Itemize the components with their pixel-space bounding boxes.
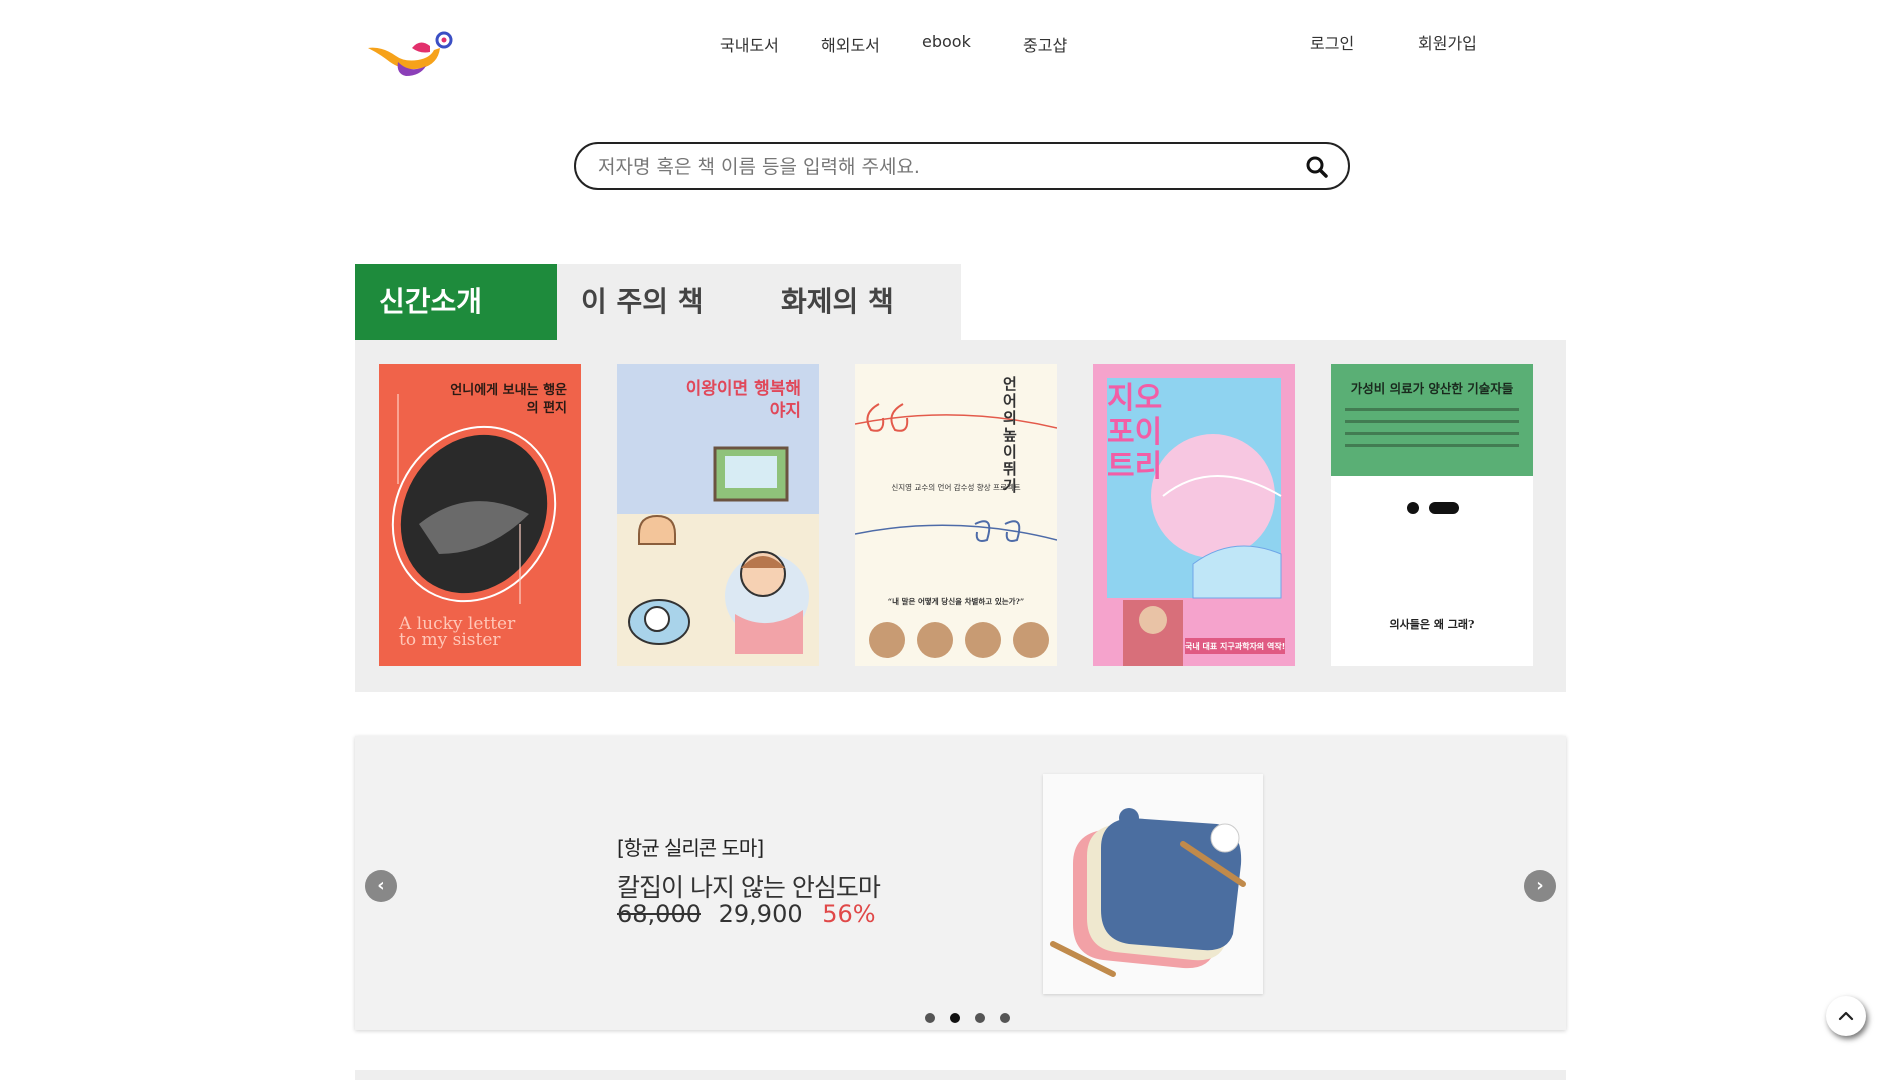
book-title: 가성비 의료가 양산한 기술자들 bbox=[1350, 381, 1514, 396]
nav-foreign-books[interactable]: 해외도서 bbox=[821, 32, 880, 56]
nav-ebook[interactable]: ebook bbox=[922, 32, 971, 51]
book-subtitle: 국내 대표 지구과학자의 역작! bbox=[1185, 642, 1285, 651]
product-price-row: 68,000 29,900 56% bbox=[617, 900, 876, 928]
product-image[interactable] bbox=[1043, 774, 1263, 994]
book-title: 언니에게 보내는 행운의 편지 bbox=[450, 383, 567, 416]
product-title[interactable]: 칼집이 나지 않는 안심도마 bbox=[617, 868, 881, 904]
book-cover[interactable]: 언니에게 보내는 행운의 편지 A lucky letter to my sis… bbox=[379, 364, 581, 666]
search-icon bbox=[1306, 156, 1328, 178]
search-button[interactable] bbox=[1304, 154, 1330, 180]
book-title: 지오 포이트리 bbox=[1107, 381, 1163, 484]
banner-next-button[interactable]: › bbox=[1524, 870, 1556, 902]
next-section-strip bbox=[355, 1070, 1566, 1080]
banner-prev-button[interactable]: ‹ bbox=[365, 870, 397, 902]
carousel-dot[interactable] bbox=[975, 1013, 986, 1023]
sale-price: 29,900 bbox=[718, 900, 803, 928]
book-subtitle: 신지영 교수의 언어 감수성 향상 프로젝트 bbox=[891, 483, 1021, 492]
search-bar bbox=[574, 142, 1350, 190]
book-title: 언어의 높이뛰기 bbox=[1003, 375, 1017, 495]
book-bottom-text: 의사들은 왜 그래? bbox=[1389, 618, 1475, 631]
nav-domestic-books[interactable]: 국내도서 bbox=[720, 32, 779, 56]
chevron-right-icon: › bbox=[1536, 875, 1544, 896]
login-link[interactable]: 로그인 bbox=[1310, 30, 1354, 54]
book-title: 이왕이면 행복해야지 bbox=[685, 379, 801, 421]
tab-new-books[interactable]: 신간소개 bbox=[355, 264, 557, 340]
discount-rate: 56% bbox=[822, 900, 876, 928]
book-cover[interactable]: 가성비 의료가 양산한 기술자들 의사들은 왜 그래? bbox=[1331, 364, 1533, 666]
search-input[interactable] bbox=[596, 153, 1280, 181]
chevron-left-icon: ‹ bbox=[377, 875, 385, 896]
original-price: 68,000 bbox=[617, 900, 701, 928]
carousel-dot[interactable] bbox=[925, 1013, 935, 1023]
nav-used-shop[interactable]: 중고샵 bbox=[1023, 32, 1067, 56]
book-cover[interactable]: 이왕이면 행복해야지 bbox=[617, 364, 819, 666]
carousel-dot[interactable] bbox=[1000, 1013, 1011, 1023]
top-nav: 국내도서 해외도서 ebook 중고샵 로그인 회원가입 bbox=[0, 28, 1900, 58]
tab-weekly-books[interactable]: 이 주의 책 bbox=[581, 264, 704, 340]
carousel-dot[interactable] bbox=[950, 1013, 961, 1023]
book-cover[interactable]: 언어의 높이뛰기 신지영 교수의 언어 감수성 향상 프로젝트 “내 말은 어떻… bbox=[855, 364, 1057, 666]
book-quote: “내 말은 어떻게 당신을 차별하고 있는가?” bbox=[887, 597, 1025, 606]
tab-hot-books[interactable]: 화제의 책 bbox=[781, 264, 894, 340]
book-subtitle: A lucky letter to my sister bbox=[399, 614, 516, 650]
promo-banner: ‹ [항균 실리콘 도마] 칼집이 나지 않는 안심도마 68,000 29,9… bbox=[355, 736, 1566, 1030]
book-tabs: 신간소개 이 주의 책 화제의 책 bbox=[355, 264, 961, 340]
carousel-dots bbox=[925, 1008, 1020, 1023]
cutting-board-image bbox=[1050, 808, 1246, 977]
signup-link[interactable]: 회원가입 bbox=[1418, 30, 1477, 54]
book-cover[interactable]: 지오 포이트리 국내 대표 지구과학자의 역작! bbox=[1093, 364, 1295, 666]
scroll-top-button[interactable] bbox=[1826, 996, 1866, 1036]
chevron-up-icon bbox=[1838, 1011, 1854, 1021]
book-list: 언니에게 보내는 행운의 편지 A lucky letter to my sis… bbox=[355, 340, 1566, 692]
product-tag: [항균 실리콘 도마] bbox=[617, 836, 764, 860]
